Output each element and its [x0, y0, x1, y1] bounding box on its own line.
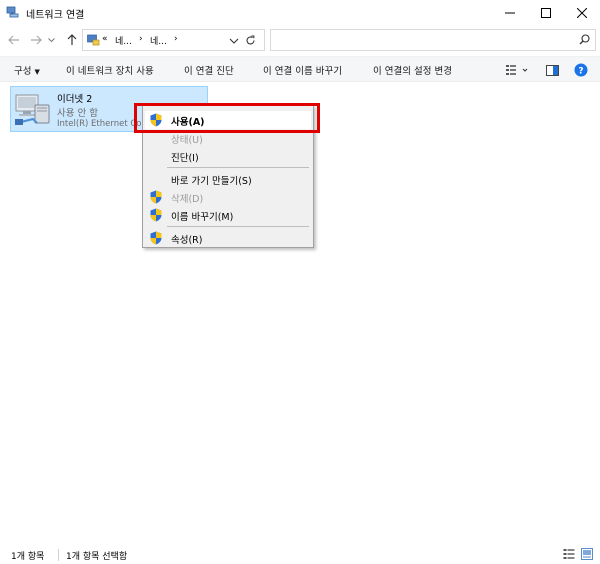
search-input[interactable]	[275, 32, 571, 48]
window-title: 네트워크 연결	[26, 10, 85, 21]
maximize-button[interactable]	[528, 0, 564, 26]
menu-item-properties[interactable]: 속성(R)	[145, 229, 311, 247]
close-icon	[577, 8, 587, 18]
status-divider	[58, 549, 59, 561]
menu-item-delete[interactable]: 삭제(D)	[145, 188, 311, 206]
forward-arrow-icon	[31, 35, 42, 45]
help-icon: ?	[574, 63, 588, 77]
up-button[interactable]	[64, 32, 80, 48]
menu-item-create-shortcut[interactable]: 바로 가기 만들기(S)	[145, 170, 311, 188]
minimize-icon	[505, 12, 515, 14]
chevron-down-icon: ▼	[34, 68, 40, 76]
menu-item-label: 이름 바꾸기(M)	[171, 212, 234, 223]
connection-name: 이더넷 2	[57, 94, 93, 105]
refresh-button[interactable]	[242, 32, 258, 48]
organize-label: 구성	[14, 66, 32, 77]
back-button[interactable]	[6, 32, 22, 48]
address-bar[interactable]: « 네... › 네... ›	[82, 29, 265, 51]
breadcrumb-separator-icon: ›	[174, 34, 178, 44]
forward-button[interactable]	[28, 32, 44, 48]
search-box[interactable]	[270, 29, 596, 51]
address-row: « 네... › 네... ›	[0, 26, 600, 54]
uac-shield-icon	[150, 208, 162, 222]
diagnose-button[interactable]: 이 연결 진단	[184, 63, 234, 77]
menu-item-label: 삭제(D)	[171, 194, 204, 205]
context-menu: 사용(A) 상태(U) 진단(I) 바로 가기 만들기(S) 삭제(D) 이름 …	[142, 105, 314, 248]
view-options-button[interactable]	[504, 62, 530, 78]
menu-separator	[167, 226, 309, 227]
svg-text:?: ?	[578, 67, 583, 77]
chevron-down-icon[interactable]	[228, 35, 240, 47]
close-button[interactable]	[564, 0, 600, 26]
breadcrumb-control-panel[interactable]: 네...	[115, 34, 132, 47]
menu-item-label: 진단(I)	[171, 153, 199, 164]
menu-separator	[167, 167, 309, 168]
command-bar: 구성 ▼ 이 네트워크 장치 사용 이 연결 진단 이 연결 이름 바꾸기 이 연…	[0, 56, 600, 82]
uac-shield-icon	[150, 231, 162, 245]
disable-device-button[interactable]: 이 네트워크 장치 사용	[66, 63, 154, 77]
up-arrow-icon	[67, 34, 77, 45]
minimize-button[interactable]	[492, 0, 528, 26]
ethernet-adapter-icon	[15, 94, 50, 125]
title-bar: 네트워크 연결	[0, 0, 600, 26]
rename-button[interactable]: 이 연결 이름 바꾸기	[263, 63, 342, 77]
network-connections-icon	[6, 6, 19, 18]
menu-item-label: 사용(A)	[171, 117, 205, 128]
control-panel-icon	[87, 34, 100, 46]
details-view-icon[interactable]	[563, 548, 575, 560]
selected-count: 1개 항목 선택함	[66, 552, 128, 562]
menu-item-label: 상태(U)	[171, 135, 203, 146]
breadcrumb-overflow[interactable]: «	[102, 34, 108, 44]
organize-menu[interactable]: 구성 ▼	[14, 63, 40, 77]
search-icon[interactable]	[579, 34, 590, 45]
large-icons-view-icon[interactable]	[581, 548, 593, 560]
chevron-down-icon	[47, 37, 55, 42]
uac-shield-icon	[150, 113, 162, 127]
uac-shield-icon	[150, 190, 162, 204]
preview-pane-button[interactable]	[544, 62, 560, 78]
recent-locations-button[interactable]	[46, 32, 56, 48]
menu-item-status[interactable]: 상태(U)	[145, 129, 311, 147]
connection-status: 사용 안 함	[57, 108, 98, 119]
view-options-icon	[506, 65, 528, 75]
maximize-icon	[541, 8, 551, 18]
back-arrow-icon	[8, 35, 19, 45]
breadcrumb-network[interactable]: 네...	[150, 34, 167, 47]
menu-item-diagnose[interactable]: 진단(I)	[145, 147, 311, 165]
menu-item-label: 속성(R)	[171, 235, 203, 246]
menu-item-label: 바로 가기 만들기(S)	[171, 176, 252, 187]
preview-pane-icon	[545, 64, 559, 76]
menu-item-enable[interactable]: 사용(A)	[145, 111, 311, 129]
breadcrumb-separator-icon: ›	[139, 34, 143, 44]
status-bar: 1개 항목 1개 항목 선택함	[0, 544, 600, 564]
help-button[interactable]: ?	[573, 62, 589, 78]
menu-item-rename[interactable]: 이름 바꾸기(M)	[145, 206, 311, 224]
refresh-icon	[245, 34, 255, 44]
change-settings-button[interactable]: 이 연결의 설정 변경	[373, 63, 452, 77]
item-count: 1개 항목	[11, 552, 45, 562]
